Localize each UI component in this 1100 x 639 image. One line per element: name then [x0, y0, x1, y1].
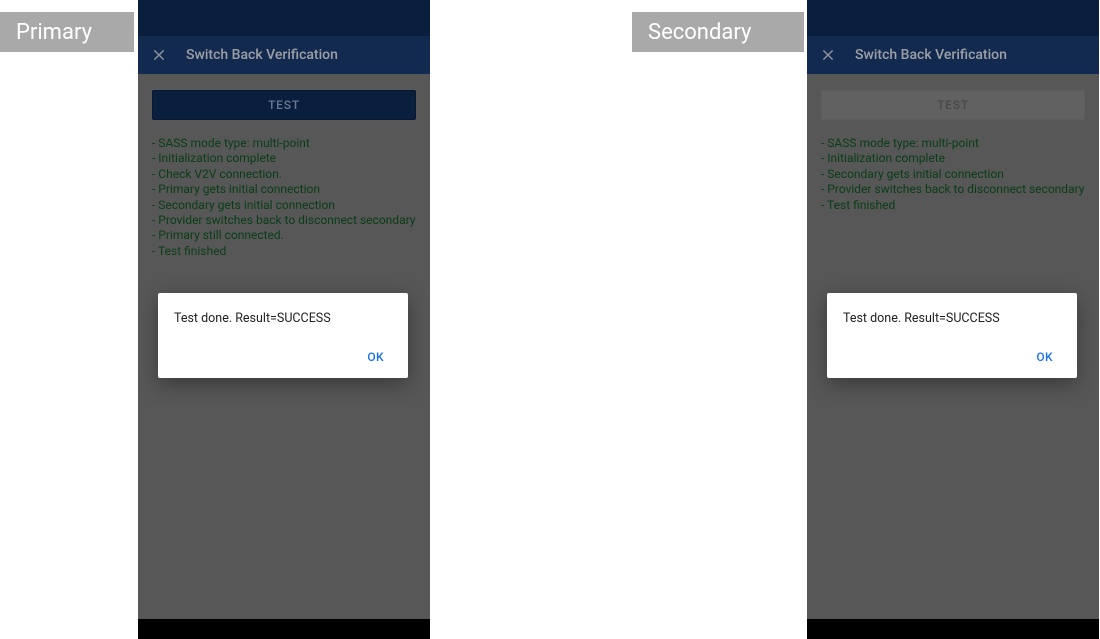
result-dialog: Test done. Result=SUCCESS OK [827, 293, 1077, 378]
nav-bar [138, 619, 430, 639]
phone-primary: Switch Back Verification TEST - SASS mod… [138, 0, 430, 639]
dialog-message: Test done. Result=SUCCESS [174, 311, 392, 326]
phone-secondary: Switch Back Verification TEST - SASS mod… [807, 0, 1099, 639]
label-secondary: Secondary [632, 12, 804, 52]
label-primary: Primary [0, 12, 134, 52]
dialog-message: Test done. Result=SUCCESS [843, 311, 1061, 326]
nav-bar [807, 619, 1099, 639]
dialog-ok-button[interactable]: OK [359, 344, 392, 370]
dialog-ok-button[interactable]: OK [1028, 344, 1061, 370]
result-dialog: Test done. Result=SUCCESS OK [158, 293, 408, 378]
